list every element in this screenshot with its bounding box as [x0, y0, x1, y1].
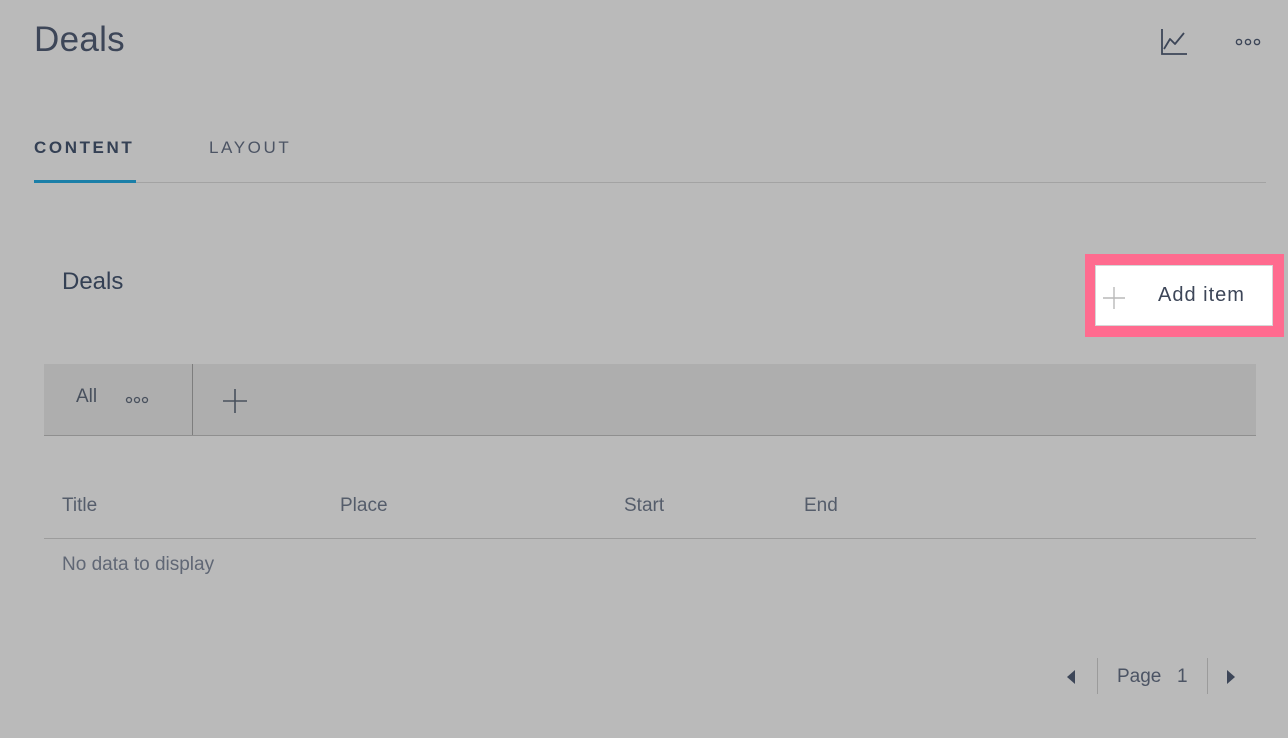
previous-page-icon[interactable]: [1063, 668, 1079, 686]
column-header-start[interactable]: Start: [624, 495, 664, 517]
section-title: Deals: [62, 268, 124, 295]
next-page-icon[interactable]: [1223, 668, 1239, 686]
tab-layout[interactable]: LAYOUT: [209, 138, 291, 158]
add-view-icon[interactable]: [220, 386, 250, 416]
plus-icon: [1102, 286, 1126, 310]
pagination-divider: [1207, 658, 1208, 694]
column-header-place[interactable]: Place: [340, 495, 388, 517]
add-item-button[interactable]: Add item: [1095, 265, 1273, 326]
tab-content[interactable]: CONTENT: [34, 138, 134, 158]
view-options-icon[interactable]: [124, 392, 150, 408]
page-label: Page: [1117, 666, 1162, 687]
column-header-title[interactable]: Title: [62, 495, 97, 517]
tab-bar: CONTENT LAYOUT: [34, 134, 1266, 183]
table-header: Title Place Start End: [44, 478, 1256, 539]
column-header-end[interactable]: End: [804, 495, 838, 517]
view-filter-bar: All: [44, 364, 1256, 436]
more-horizontal-icon[interactable]: [1231, 24, 1265, 60]
pagination-divider: [1097, 658, 1098, 694]
page-title: Deals: [34, 20, 125, 59]
current-page-number: 1: [1177, 666, 1188, 687]
pagination: Page 1: [1055, 658, 1255, 694]
view-tab-all[interactable]: All: [76, 386, 97, 408]
filter-divider: [192, 364, 193, 435]
chart-line-icon[interactable]: [1157, 24, 1191, 60]
active-tab-indicator: [34, 180, 136, 183]
add-item-label: Add item: [1158, 284, 1245, 306]
empty-table-message: No data to display: [62, 554, 215, 575]
